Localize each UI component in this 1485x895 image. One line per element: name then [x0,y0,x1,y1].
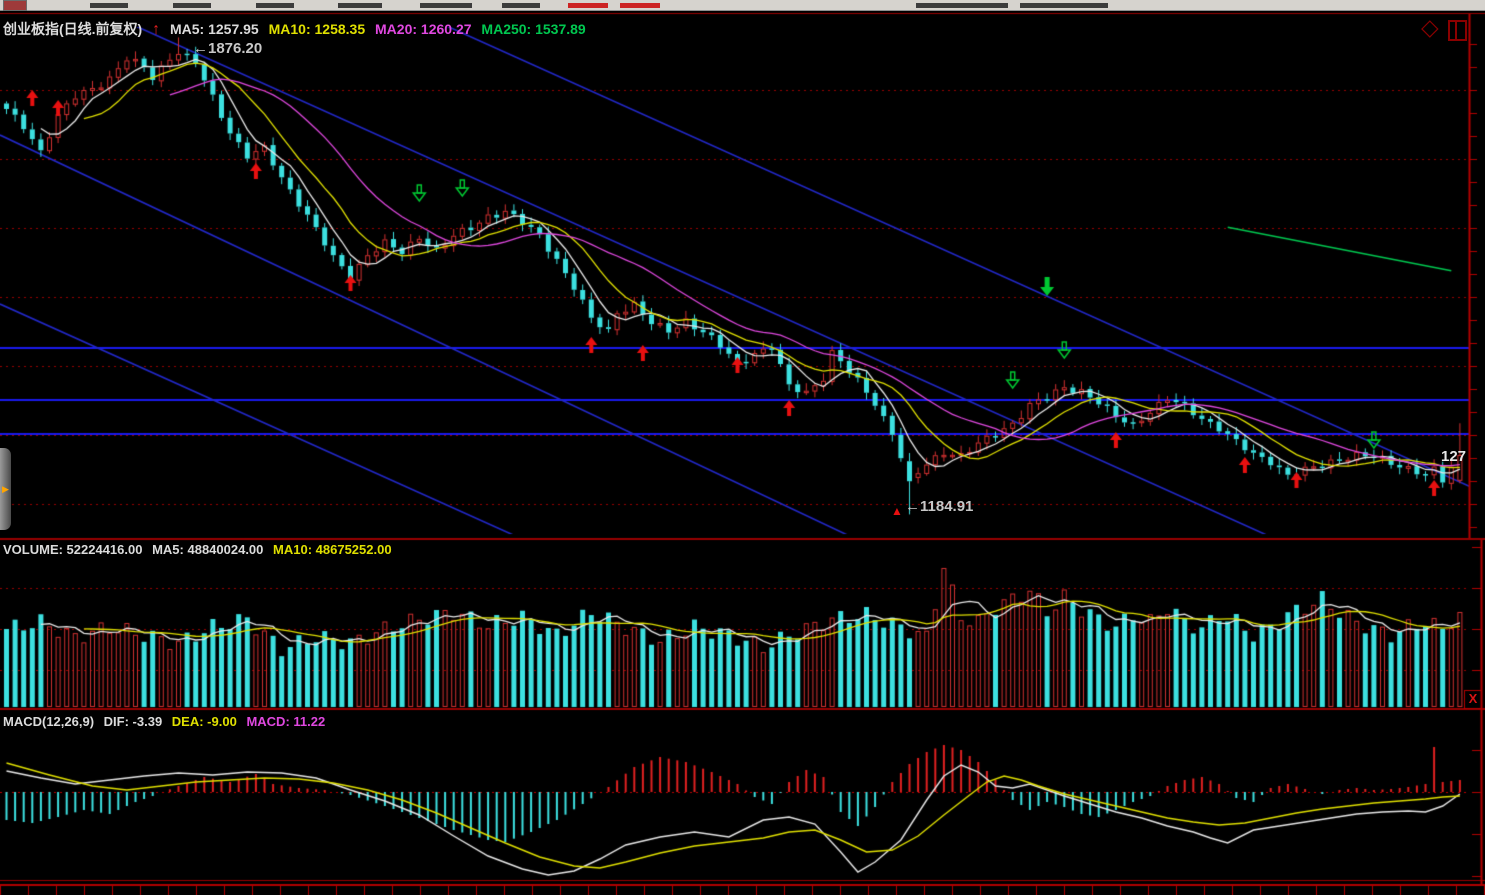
menu-fragment[interactable] [916,3,1008,8]
high-price-annotation: ←1876.20 [193,40,262,57]
menu-bar[interactable] [0,0,1485,11]
menu-fragment[interactable] [1020,3,1108,8]
menu-fragment[interactable] [90,3,128,8]
menu-fragment[interactable] [338,3,382,8]
menu-fragment[interactable] [502,3,540,8]
volume-value: VOLUME: 52224416.00 [3,542,142,557]
diamond-icon[interactable]: ◇ [1421,16,1439,39]
menu-fragment[interactable] [420,3,472,8]
low-point-marker-icon: ▲ [891,504,903,518]
split-window-icon[interactable] [1448,20,1468,47]
menu-fragment-red[interactable] [620,3,660,8]
ma5-value: MA5: 1257.95 [170,21,259,37]
panel-close-button[interactable]: X [1466,691,1480,706]
volume-ma10-value: MA10: 48675252.00 [273,542,392,557]
ma10-value: MA10: 1258.35 [269,21,366,37]
volume-panel[interactable]: VOLUME: 52224416.00 MA5: 48840024.00 MA1… [0,540,1485,708]
app-logo-icon [3,0,27,11]
menu-fragment[interactable] [173,3,211,8]
dea-value: DEA: -9.00 [172,714,237,729]
low-price-annotation: ←1184.91 [905,498,973,515]
main-chart-panel[interactable]: 创业板指(日线.前复权) ↑ MA5: 1257.95 MA10: 1258.3… [0,14,1485,538]
dif-value: DIF: -3.39 [104,714,163,729]
ma20-value: MA20: 1260.27 [375,21,472,37]
timeline-axis[interactable] [0,882,1485,895]
up-arrow-icon: ↑ [152,21,160,38]
macd-name: MACD(12,26,9) [3,714,94,729]
symbol-title: 创业板指(日线.前复权) [3,21,142,37]
sidebar-expand-handle[interactable]: ▶ [0,448,11,530]
macd-panel[interactable]: MACD(12,26,9) DIF: -3.39 DEA: -9.00 MACD… [0,712,1485,880]
macd-value: MACD: 11.22 [246,714,325,729]
menu-fragment[interactable] [256,3,294,8]
menu-fragment-red[interactable] [568,3,608,8]
volume-ma5-value: MA5: 48840024.00 [152,542,263,557]
last-price-label: 127 [1441,448,1467,465]
ma250-value: MA250: 1537.89 [481,21,585,37]
stock-app-window: { "topbar": { "fragments_dark": [{"x":90… [0,0,1485,895]
